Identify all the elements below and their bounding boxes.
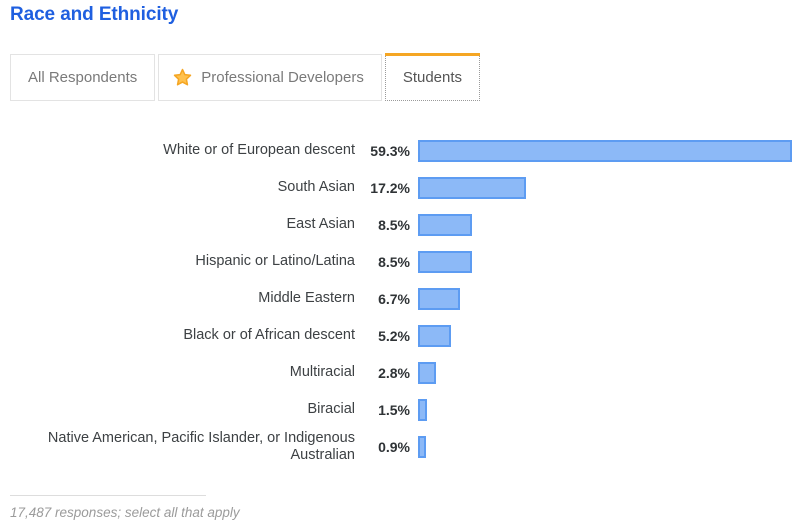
tab-strip: All Respondents Professional Developers St…	[10, 53, 481, 101]
bar[interactable]	[418, 213, 472, 236]
tab-label: All Respondents	[28, 69, 138, 86]
bar-row: South Asian 17.2%	[0, 169, 800, 206]
bar[interactable]	[418, 250, 472, 273]
bar-track	[418, 206, 792, 243]
bar-track	[418, 132, 792, 169]
bar-value-label: 6.7%	[378, 290, 410, 307]
bar-category-label: Native American, Pacific Islander, or In…	[47, 429, 355, 463]
bar-category-label: Middle Eastern	[258, 290, 355, 306]
bar-row: Hispanic or Latino/Latina 8.5%	[0, 243, 800, 280]
bar-row: Middle Eastern 6.7%	[0, 280, 800, 317]
bar-value-label: 0.9%	[378, 438, 410, 455]
bar-row: White or of European descent 59.3%	[0, 132, 800, 169]
bar[interactable]	[418, 398, 428, 421]
bar-track	[418, 280, 792, 317]
bar-row: East Asian 8.5%	[0, 206, 800, 243]
bar-category-label: White or of European descent	[163, 142, 355, 158]
bar-track	[418, 169, 792, 206]
bar-chart: White or of European descent 59.3% South A…	[0, 132, 800, 465]
bar-value-label: 17.2%	[370, 179, 410, 196]
tab-students[interactable]: Students	[384, 53, 481, 101]
tab-label: Students	[402, 68, 463, 86]
bar-category-label: Hispanic or Latino/Latina	[195, 253, 355, 269]
bar[interactable]	[418, 287, 461, 310]
bar-track	[418, 243, 792, 280]
bar-category-label: Black or of African descent	[183, 327, 355, 343]
footer-divider	[10, 495, 206, 496]
bar-value-label: 59.3%	[370, 142, 410, 159]
bar-category-label: South Asian	[277, 179, 355, 195]
bar-category-label: East Asian	[286, 216, 355, 232]
bar[interactable]	[418, 324, 451, 347]
bar-value-label: 5.2%	[378, 327, 410, 344]
tab-all-respondents[interactable]: All Respondents	[10, 54, 156, 101]
bar-track	[418, 428, 792, 465]
responses-note: 17,487 responses; select all that apply	[10, 505, 240, 520]
bar-row: Multiracial 2.8%	[0, 354, 800, 391]
bar-value-label: 2.8%	[378, 364, 410, 381]
bar-track	[418, 391, 792, 428]
bar[interactable]	[418, 361, 436, 384]
tab-label: Professional Developers	[201, 69, 364, 86]
bar-row: Native American, Pacific Islander, or In…	[0, 428, 800, 465]
bar[interactable]	[418, 435, 426, 458]
bar[interactable]	[418, 176, 527, 199]
bar-value-label: 8.5%	[378, 216, 410, 233]
tab-professional-developers[interactable]: Professional Developers	[158, 54, 382, 101]
bar-value-label: 8.5%	[378, 253, 410, 270]
bar-category-label: Biracial	[307, 401, 355, 417]
bar-value-label: 1.5%	[378, 401, 410, 418]
star-icon	[173, 68, 192, 87]
page-title: Race and Ethnicity	[10, 4, 179, 25]
bar-track	[418, 317, 792, 354]
race-and-ethnicity-chart-card: Race and Ethnicity All Respondents Profes…	[0, 0, 800, 532]
bar-row: Biracial 1.5%	[0, 391, 800, 428]
bar[interactable]	[418, 139, 792, 162]
bar-category-label: Multiracial	[289, 364, 355, 380]
bar-row: Black or of African descent 5.2%	[0, 317, 800, 354]
bar-track	[418, 354, 792, 391]
